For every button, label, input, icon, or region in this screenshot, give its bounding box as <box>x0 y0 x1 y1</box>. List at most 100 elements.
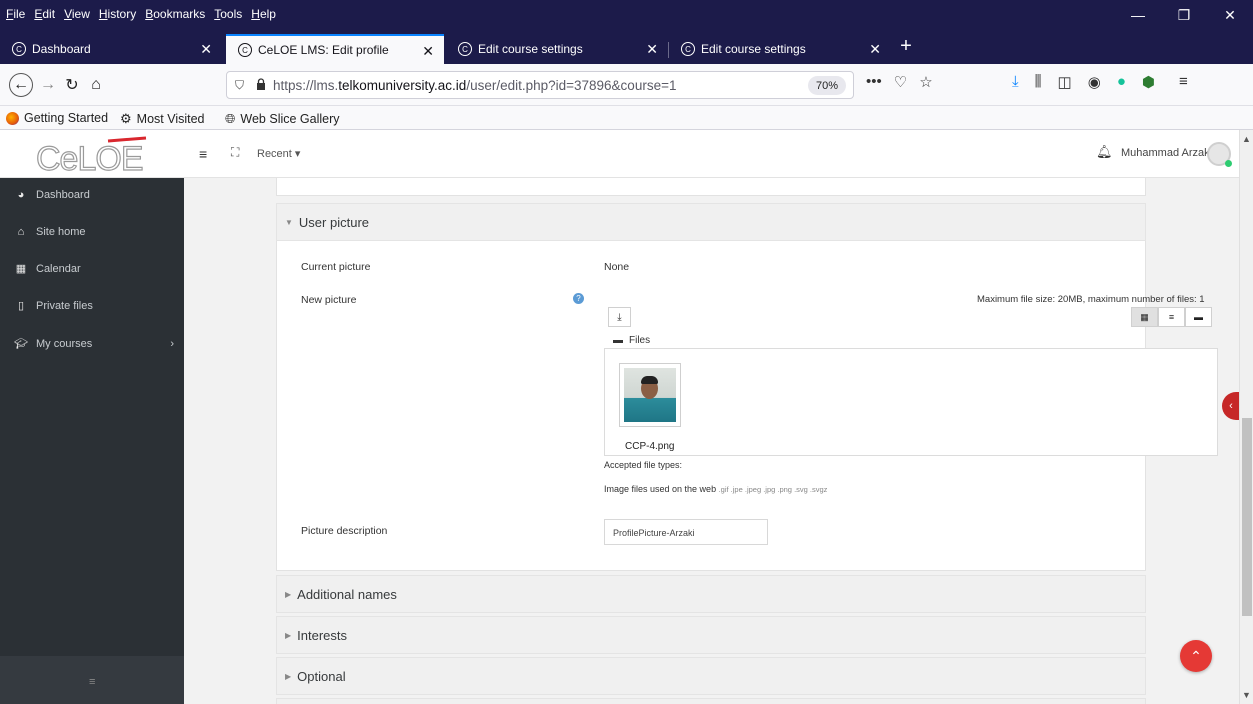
menu-tools[interactable]: Tools <box>214 7 242 21</box>
grid-view-icon[interactable]: ▦ <box>1131 307 1158 327</box>
sidebar-item-label: Private files <box>36 299 93 312</box>
calendar-icon: ▦ <box>15 263 27 275</box>
list-view-icon[interactable]: ≡ <box>1158 307 1185 327</box>
minimize-button[interactable]: — <box>1115 0 1161 30</box>
scroll-down-arrow-icon[interactable]: ▼ <box>1242 690 1251 700</box>
url-text[interactable]: https://lms.telkomuniversity.ac.id/user/… <box>273 78 676 93</box>
menu-icon[interactable]: ≡ <box>89 676 95 688</box>
gear-icon: ⚙ <box>120 111 132 126</box>
menu-help[interactable]: Help <box>251 7 276 21</box>
bookmark-label: Getting Started <box>24 111 109 125</box>
profile-photo-image <box>624 368 676 422</box>
new-picture-label: New picture <box>301 294 357 306</box>
tab-dashboard[interactable]: C Dashboard ✕ <box>0 34 222 64</box>
accepted-file-types-label: Accepted file types: <box>604 460 683 470</box>
max-file-size-text: Maximum file size: 20MB, maximum number … <box>977 294 1205 305</box>
reload-button[interactable]: ↻ <box>60 73 84 97</box>
section-header-additional-names[interactable]: ▶ Additional names <box>276 575 1146 613</box>
tab-strip: C Dashboard ✕ C CeLOE LMS: Edit profile … <box>0 30 1253 64</box>
back-button[interactable]: ← <box>9 73 33 97</box>
shield-icon[interactable]: ⛉ <box>235 78 244 93</box>
tab-edit-course-settings[interactable]: C Edit course settings ✕ <box>446 34 668 64</box>
library-icon[interactable]: ⫼ <box>1035 73 1042 91</box>
file-thumbnail[interactable] <box>619 363 681 427</box>
menu-toggle-icon[interactable]: ≡ <box>199 146 207 162</box>
web-page: CeLOE ≡ ⛶ Recent ▾ 🔔︎ Muhammad Arzaki ◕ … <box>0 130 1253 704</box>
url-prefix: https://lms. <box>273 78 339 93</box>
forward-button[interactable]: → <box>36 73 60 97</box>
file-types-label: Image files used on the web <box>604 484 717 494</box>
bookmark-star-icon[interactable]: ☆ <box>919 73 932 91</box>
url-domain: telkomuniversity.ac.id <box>338 78 467 93</box>
bookmark-web-slice-gallery[interactable]: 🌐︎ Web Slice Gallery <box>225 111 340 127</box>
restore-button[interactable]: ❐ <box>1161 0 1207 30</box>
bookmark-most-visited[interactable]: ⚙ Most Visited <box>120 111 205 127</box>
download-icon[interactable]: ⤓ <box>1012 73 1019 91</box>
avatar[interactable] <box>1207 142 1232 167</box>
page-actions-icon[interactable]: ••• <box>866 73 882 91</box>
bookmark-getting-started[interactable]: Getting Started <box>6 111 108 125</box>
sidebar-item-dashboard[interactable]: ◕ Dashboard <box>14 189 174 201</box>
tab-edit-profile[interactable]: C CeLOE LMS: Edit profile ✕ <box>226 34 444 64</box>
firefox-icon <box>6 111 19 125</box>
new-tab-button[interactable]: + <box>894 34 918 58</box>
section-header-user-picture[interactable]: ▼ User picture <box>276 203 1146 241</box>
sidebar-item-label: Calendar <box>36 262 81 275</box>
url-suffix: /user/edit.php?id=37896&course=1 <box>466 78 677 93</box>
add-file-button[interactable]: ⤓ <box>608 307 631 327</box>
sidebar-footer: ≡ <box>0 656 184 704</box>
celoe-logo[interactable]: CeLOE <box>34 136 154 176</box>
files-breadcrumb[interactable]: ▬ Files <box>613 335 650 346</box>
menu-bar: File Edit View History Bookmarks Tools H… <box>0 0 1253 30</box>
sidebar-toggle-icon[interactable]: ◫ <box>1058 73 1072 91</box>
tab-edit-course-settings-2[interactable]: C Edit course settings ✕ <box>669 34 891 64</box>
folder-view-icon[interactable]: ▬ <box>1185 307 1212 327</box>
menu-edit[interactable]: Edit <box>34 7 55 21</box>
graduation-cap-icon: 🎓︎ <box>14 338 28 350</box>
close-window-button[interactable]: ✕ <box>1207 0 1253 30</box>
app-menu-icon[interactable]: ≡ <box>1179 73 1188 91</box>
close-tab-icon[interactable]: ✕ <box>200 41 212 58</box>
extension-shield-icon[interactable]: ⬢ <box>1142 73 1155 91</box>
section-header-interests[interactable]: ▶ Interests <box>276 616 1146 654</box>
pocket-icon[interactable]: ♡ <box>894 73 907 91</box>
recent-dropdown[interactable]: Recent ▾ <box>257 147 300 160</box>
close-tab-icon[interactable]: ✕ <box>869 41 881 58</box>
close-tab-icon[interactable]: ✕ <box>646 41 658 58</box>
picture-description-input[interactable]: ProfilePicture-Arzaki <box>604 519 768 545</box>
folder-icon: ▬ <box>613 335 623 346</box>
notification-bell-icon[interactable]: 🔔︎ <box>1096 144 1113 160</box>
close-tab-icon[interactable]: ✕ <box>422 43 434 60</box>
grammarly-icon[interactable]: ● <box>1117 73 1126 91</box>
menu-bookmarks[interactable]: Bookmarks <box>145 7 205 21</box>
account-icon[interactable]: ◉ <box>1088 73 1101 91</box>
menu-file[interactable]: File <box>6 7 25 21</box>
sidebar-item-private-files[interactable]: ▯ Private files <box>14 299 174 313</box>
chevron-right-icon: › <box>170 337 174 350</box>
menu-view[interactable]: View <box>64 7 90 21</box>
file-name[interactable]: CCP-4.png <box>625 441 674 452</box>
triangle-right-icon: ▶ <box>285 671 292 681</box>
celoe-favicon-icon: C <box>238 43 252 57</box>
menu-history[interactable]: History <box>99 7 136 21</box>
scroll-to-top-button[interactable]: ⌃ <box>1180 640 1212 672</box>
globe-icon: 🌐︎ <box>225 111 236 126</box>
sidebar-item-site-home[interactable]: ⌂ Site home <box>14 226 174 238</box>
bookmark-label: Most Visited <box>136 112 205 126</box>
scroll-up-arrow-icon[interactable]: ▲ <box>1242 134 1251 144</box>
home-button[interactable]: ⌂ <box>84 73 108 97</box>
section-header-optional[interactable]: ▶ Optional <box>276 657 1146 695</box>
fullscreen-icon[interactable]: ⛶ <box>231 145 239 160</box>
sidebar-item-label: Site home <box>36 226 86 238</box>
scrollbar-thumb[interactable] <box>1242 418 1252 616</box>
vertical-scrollbar[interactable]: ▲ ▼ <box>1239 130 1253 704</box>
bookmarks-bar: Getting Started ⚙ Most Visited 🌐︎ Web Sl… <box>0 106 1253 130</box>
zoom-indicator[interactable]: 70% <box>808 76 847 95</box>
sidebar-item-calendar[interactable]: ▦ Calendar <box>14 262 174 276</box>
file-picker-area[interactable]: CCP-4.png <box>604 348 1218 456</box>
lock-icon[interactable] <box>256 78 266 90</box>
address-bar[interactable]: ⛉ https://lms.telkomuniversity.ac.id/use… <box>226 71 854 99</box>
user-name[interactable]: Muhammad Arzaki <box>1121 147 1212 159</box>
help-icon[interactable]: ? <box>573 293 584 304</box>
sidebar-item-my-courses[interactable]: 🎓︎ My courses › <box>14 337 174 351</box>
